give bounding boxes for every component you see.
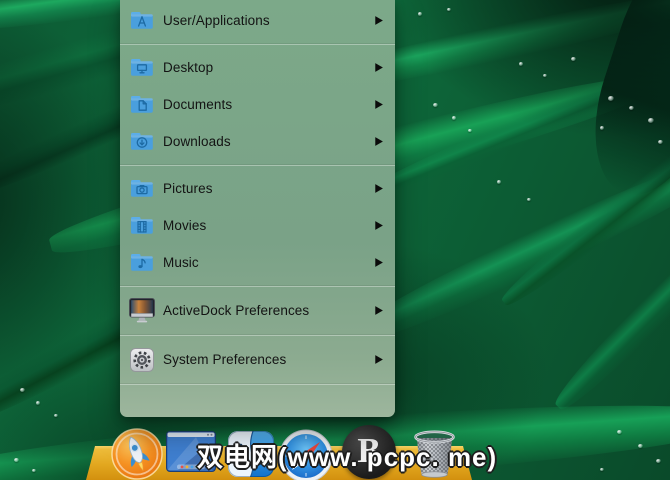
menu-bottom-padding <box>120 389 395 417</box>
gear-icon <box>128 347 155 372</box>
menu-separator <box>120 160 395 170</box>
menu-item-label: Desktop <box>163 60 214 75</box>
water-droplet <box>600 126 604 130</box>
water-droplet <box>54 414 58 417</box>
water-droplet <box>497 180 501 184</box>
menu-item-user-applications[interactable]: User/Applications ▶ <box>120 2 395 39</box>
water-droplet <box>452 116 456 120</box>
water-droplet <box>543 74 547 77</box>
menu-item-label: Music <box>163 255 199 270</box>
menu-item-documents[interactable]: Documents ▶ <box>120 86 395 123</box>
water-droplet <box>608 96 614 101</box>
water-droplet <box>617 430 622 434</box>
dock-item-launcher[interactable] <box>111 428 163 480</box>
water-droplet <box>433 103 438 107</box>
menu-item-label: Downloads <box>163 134 231 149</box>
water-droplet <box>638 444 643 448</box>
menu-item-label: System Preferences <box>163 352 287 367</box>
menu-item-label: Pictures <box>163 181 213 196</box>
desktop-folder-icon <box>128 58 155 77</box>
music-folder-icon <box>128 253 155 272</box>
water-droplet <box>20 388 25 392</box>
water-droplet <box>656 459 661 463</box>
menu-item-music[interactable]: Music ▶ <box>120 244 395 281</box>
menu-item-desktop[interactable]: Desktop ▶ <box>120 49 395 86</box>
water-droplet <box>14 458 19 462</box>
submenu-arrow-icon: ▶ <box>375 353 383 366</box>
water-droplet <box>418 12 422 16</box>
water-droplet <box>527 198 531 201</box>
submenu-arrow-icon: ▶ <box>375 98 383 111</box>
menu-item-movies[interactable]: Movies ▶ <box>120 207 395 244</box>
submenu-arrow-icon: ▶ <box>375 182 383 195</box>
menu-item-label: Documents <box>163 97 233 112</box>
submenu-arrow-icon: ▶ <box>375 304 383 317</box>
rocket-launcher-icon <box>111 428 163 480</box>
menu-item-label: Movies <box>163 218 207 233</box>
menu-separator <box>120 330 395 340</box>
submenu-arrow-icon: ▶ <box>375 219 383 232</box>
watermark-text: 双电网(www. pcpc. me) <box>197 442 498 472</box>
menu-separator <box>120 379 395 389</box>
water-droplet <box>629 106 634 110</box>
water-droplet <box>648 118 654 123</box>
water-droplet <box>468 129 472 132</box>
submenu-arrow-icon: ▶ <box>375 135 383 148</box>
water-droplet <box>571 57 576 61</box>
submenu-arrow-icon: ▶ <box>375 256 383 269</box>
desktop-screen: B 双电网(www. pcpc. me) User/Applications ▶… <box>0 0 670 480</box>
submenu-arrow-icon: ▶ <box>375 61 383 74</box>
water-droplet <box>519 62 523 66</box>
water-droplet <box>658 140 663 144</box>
pictures-folder-icon <box>128 179 155 198</box>
water-droplet <box>32 469 36 472</box>
dock-context-menu: User/Applications ▶ Desktop ▶ Documents … <box>120 0 395 417</box>
water-droplet <box>600 468 604 471</box>
water-droplet <box>36 401 40 405</box>
menu-separator <box>120 281 395 291</box>
applications-folder-icon <box>128 11 155 30</box>
menu-item-pictures[interactable]: Pictures ▶ <box>120 170 395 207</box>
menu-separator <box>120 39 395 49</box>
submenu-arrow-icon: ▶ <box>375 14 383 27</box>
downloads-folder-icon <box>128 132 155 151</box>
menu-item-system-preferences[interactable]: System Preferences ▶ <box>120 340 395 379</box>
menu-item-downloads[interactable]: Downloads ▶ <box>120 123 395 160</box>
menu-item-activedock-preferences[interactable]: ActiveDock Preferences ▶ <box>120 291 395 330</box>
menu-item-label: ActiveDock Preferences <box>163 303 310 318</box>
movies-folder-icon <box>128 216 155 235</box>
imac-display-icon <box>128 298 155 323</box>
documents-folder-icon <box>128 95 155 114</box>
water-droplet <box>447 8 451 11</box>
menu-item-label: User/Applications <box>163 13 270 28</box>
